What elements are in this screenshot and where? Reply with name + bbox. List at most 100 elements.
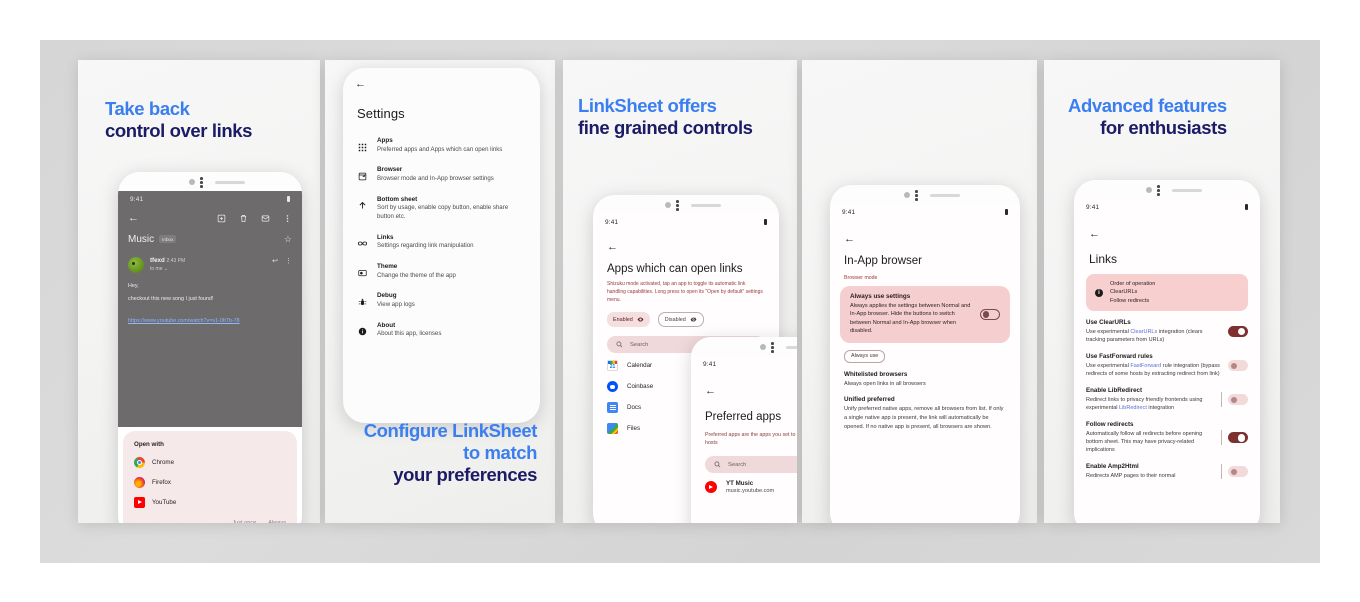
- settings-list: Apps Preferred apps and Apps which can o…: [343, 121, 540, 339]
- always-use-settings-toggle[interactable]: [980, 308, 1000, 320]
- screenshot-stage: Take back control over links 9:41 ← Musi…: [0, 0, 1360, 602]
- sidebar-item-links[interactable]: Links Settings regarding link manipulati…: [357, 234, 526, 251]
- sheet-app-row[interactable]: Chrome: [134, 457, 286, 468]
- back-arrow-icon[interactable]: ←: [355, 78, 366, 90]
- option-title: Use FastForward rules: [1086, 353, 1153, 361]
- delete-icon[interactable]: [239, 214, 248, 223]
- sidebar-item-bottom-sheet[interactable]: Bottom sheet Sort by usage, enable copy …: [357, 196, 526, 222]
- mail-icon[interactable]: [261, 214, 270, 223]
- sidebar-item-about[interactable]: About About this app, licenses: [357, 322, 526, 339]
- sidebar-item-debug[interactable]: Debug View app logs: [357, 292, 526, 309]
- panel5-heading-line1: Advanced features: [1068, 95, 1227, 116]
- always-use-chip[interactable]: Always use: [844, 349, 886, 363]
- camera-icon: [1146, 187, 1152, 193]
- sheet-footer: Just once Always: [134, 517, 286, 523]
- option-use-clearurls[interactable]: Use ClearURLs Use experimental ClearURLs…: [1086, 319, 1248, 344]
- search-input[interactable]: Search: [705, 456, 797, 474]
- page-title: Apps which can open links: [607, 263, 743, 275]
- app-name: YT Music: [726, 480, 754, 488]
- mail-screen: 9:41 ← Music Inbox ☆ tfexd 2:43 PM to me…: [118, 191, 302, 427]
- sheet-app-label: YouTube: [152, 499, 177, 506]
- option-desc: Use experimental FastForward rule integr…: [1086, 362, 1222, 379]
- archive-icon[interactable]: [217, 214, 226, 223]
- always-button[interactable]: Always: [268, 520, 286, 523]
- dots-icon: [676, 200, 679, 213]
- setting-title: Theme: [377, 263, 398, 271]
- recipient-label[interactable]: to me ⌄: [150, 266, 185, 272]
- page-title: In-App browser: [844, 255, 922, 267]
- sheet-app-row[interactable]: Firefox: [134, 477, 286, 488]
- desc-pre: Use experimental: [1086, 362, 1131, 369]
- setting-title: Links: [377, 233, 394, 241]
- status-bar: 9:41: [118, 191, 302, 207]
- files-icon: [607, 423, 618, 435]
- setting-desc: Preferred apps and Apps which can open l…: [377, 145, 503, 153]
- back-arrow-icon[interactable]: ←: [705, 385, 716, 397]
- setting-title: Apps: [377, 137, 393, 144]
- phone-in-app-browser: 9:41 ← In-App browser Browser mode Alway…: [830, 185, 1020, 523]
- message-overflow-icon[interactable]: ⋮: [285, 257, 292, 265]
- mail-body-link[interactable]: https://www.youtube.com/watch?v=s1-0It7b…: [128, 318, 240, 324]
- search-placeholder: Search: [630, 341, 649, 348]
- libredirect-link[interactable]: LibRedirect: [1119, 405, 1147, 411]
- fastforward-toggle[interactable]: [1228, 360, 1248, 372]
- star-icon[interactable]: ☆: [284, 234, 292, 245]
- setting-title: Unified preferred: [844, 396, 895, 404]
- setting-desc: View app logs: [377, 300, 415, 308]
- chip-disabled[interactable]: Disabled: [657, 312, 704, 328]
- option-title: Follow redirects: [1086, 421, 1134, 429]
- option-use-fastforward[interactable]: Use FastForward rules Use experimental F…: [1086, 353, 1248, 378]
- sidebar-item-theme[interactable]: Theme Change the theme of the app: [357, 263, 526, 280]
- back-arrow-icon[interactable]: ←: [128, 212, 139, 224]
- app-name: Coinbase: [627, 383, 654, 391]
- divider: [1221, 430, 1222, 446]
- follow-redirects-toggle[interactable]: [1228, 432, 1248, 444]
- just-once-button[interactable]: Just once: [232, 520, 256, 523]
- panel3-heading-line1: LinkSheet offers: [578, 95, 717, 116]
- setting-unified-preferred[interactable]: Unified preferred Unify preferred native…: [830, 388, 1020, 431]
- setting-whitelisted-browsers[interactable]: Whitelisted browsers Always open links i…: [830, 363, 1020, 389]
- libredirect-toggle[interactable]: [1228, 394, 1248, 406]
- open-with-bottom-sheet: Open with Chrome Firefox YouTube Just on…: [123, 431, 297, 523]
- reply-icon[interactable]: ↩: [272, 257, 278, 265]
- sidebar-item-apps[interactable]: Apps Preferred apps and Apps which can o…: [357, 137, 526, 154]
- status-time: 9:41: [703, 360, 717, 368]
- speaker-grille: [1172, 189, 1202, 192]
- phone-preferred-apps: 9:41 ← Preferred apps Preferred apps are…: [691, 337, 797, 523]
- back-arrow-icon[interactable]: ←: [844, 233, 855, 245]
- mail-subject: Music: [128, 233, 155, 245]
- sheet-app-row[interactable]: YouTube: [134, 497, 286, 508]
- setting-desc: About this app, licenses: [377, 330, 442, 338]
- inbox-badge: Inbox: [159, 235, 177, 243]
- eye-off-icon: [690, 317, 697, 322]
- clearurls-link[interactable]: ClearURLs: [1130, 329, 1157, 335]
- back-arrow-icon[interactable]: ←: [607, 241, 618, 253]
- option-enable-amp2html[interactable]: Enable Amp2Html Redirects AMP pages to t…: [1086, 463, 1248, 480]
- sidebar-item-browser[interactable]: Browser Browser mode and In-App browser …: [357, 166, 526, 183]
- overflow-menu-icon[interactable]: [283, 214, 292, 223]
- list-item[interactable]: YT Music music.youtube.com: [705, 480, 797, 494]
- eye-icon: [637, 317, 644, 322]
- option-follow-redirects[interactable]: Follow redirects Automatically follow al…: [1086, 421, 1248, 454]
- option-desc: Use experimental ClearURLs integration (…: [1086, 328, 1222, 345]
- setting-desc: Sort by usage, enable copy button, enabl…: [377, 204, 509, 220]
- option-enable-libredirect[interactable]: Enable LibRedirect Redirect links to pri…: [1086, 387, 1248, 412]
- highlighted-setting[interactable]: Always use settings Always applies the s…: [840, 286, 1010, 343]
- panel-advanced-features: Advanced features for enthusiasts 9:41 ←…: [1044, 60, 1280, 523]
- status-time: 9:41: [842, 208, 856, 216]
- chip-enabled[interactable]: Enabled: [607, 312, 650, 328]
- back-arrow-icon[interactable]: ←: [1089, 228, 1100, 240]
- mail-body-line1: Hey,: [128, 283, 139, 289]
- clearurls-toggle[interactable]: [1228, 326, 1248, 338]
- dots-icon: [1157, 185, 1160, 198]
- fastforward-link[interactable]: FastForward: [1130, 363, 1161, 369]
- info-icon: [357, 327, 367, 337]
- sheet-app-label: Chrome: [152, 459, 175, 466]
- status-bar: 9:41: [1074, 199, 1260, 215]
- amp2html-toggle[interactable]: [1228, 466, 1248, 478]
- battery-icon: [1244, 203, 1248, 211]
- settings-back-row: ←: [343, 68, 540, 92]
- notice-line: Follow redirects: [1110, 297, 1150, 304]
- notice-line: ClearURLs: [1110, 289, 1138, 296]
- youtube-icon: [134, 497, 145, 508]
